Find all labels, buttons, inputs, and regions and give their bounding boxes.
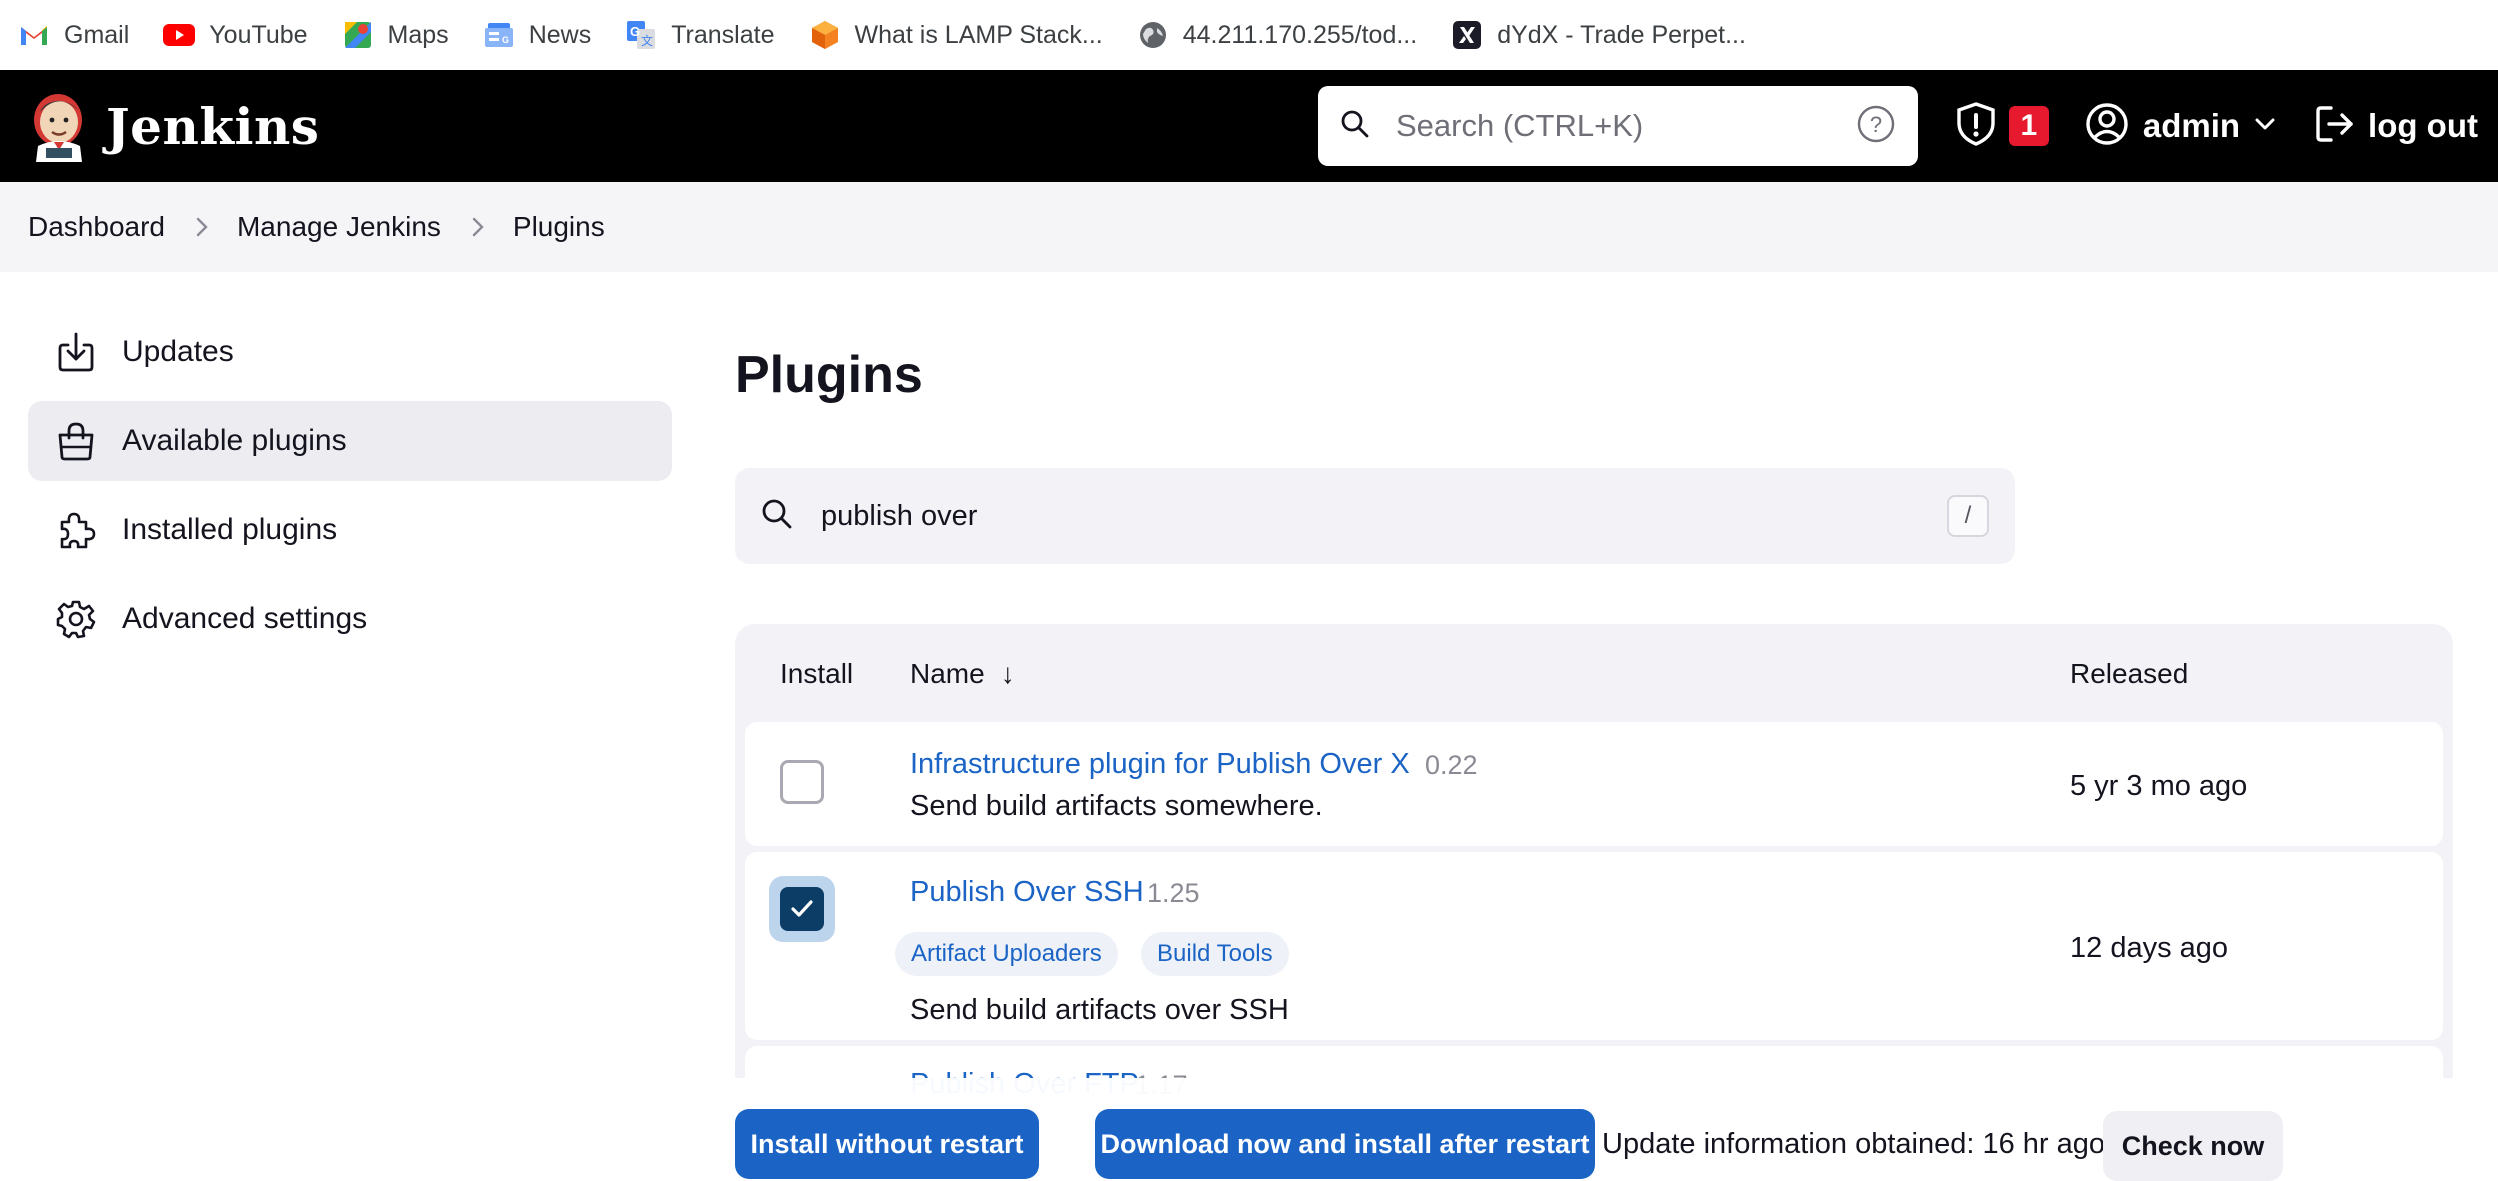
- plugin-filter-input[interactable]: [821, 499, 1947, 533]
- user-name: admin: [2142, 107, 2241, 144]
- globe-icon: [1137, 19, 1169, 51]
- chevron-right-icon: [195, 216, 209, 238]
- sort-descending-icon: ↓: [1000, 658, 1015, 689]
- bookmark-ip-address[interactable]: 44.211.170.255/tod...: [1137, 19, 1417, 51]
- bookmark-label: News: [528, 20, 592, 49]
- security-count-badge: 1: [2008, 106, 2049, 146]
- logout-button[interactable]: log out: [2314, 103, 2478, 150]
- jenkins-logo-icon: [28, 90, 90, 162]
- download-icon: [56, 332, 96, 372]
- bookmark-label: Translate: [671, 20, 775, 49]
- bookmark-label: dYdX - Trade Perpet...: [1497, 20, 1746, 49]
- table-row: Infrastructure plugin for Publish Over X…: [745, 722, 2443, 846]
- svg-text:G: G: [502, 35, 509, 45]
- bookmark-youtube[interactable]: YouTube: [163, 19, 308, 51]
- header-actions: 1 admin log out: [1953, 70, 2478, 182]
- bookmark-maps[interactable]: Maps: [342, 19, 449, 51]
- search-icon: [1340, 109, 1370, 144]
- svg-text:文: 文: [641, 33, 653, 48]
- chevron-right-icon: [471, 216, 485, 238]
- shopping-bag-icon: [56, 421, 96, 461]
- cube-icon: [809, 19, 841, 51]
- jenkins-brand-name: Jenkins: [106, 96, 320, 156]
- breadcrumb-plugins[interactable]: Plugins: [513, 211, 605, 243]
- svg-text:G: G: [630, 24, 640, 39]
- sidebar-item-label: Available plugins: [122, 424, 347, 457]
- column-header-name-label: Name: [910, 658, 985, 689]
- security-warnings-button[interactable]: 1: [1953, 101, 2049, 152]
- sidebar: Updates Available plugins Installed plug…: [28, 312, 672, 668]
- install-checkbox[interactable]: [780, 760, 824, 804]
- sidebar-item-label: Installed plugins: [122, 513, 338, 546]
- sidebar-item-installed-plugins[interactable]: Installed plugins: [28, 490, 672, 570]
- plugin-description: Send build artifacts over SSH: [910, 994, 1289, 1026]
- gear-icon: [56, 599, 96, 639]
- bookmark-label: Gmail: [64, 20, 130, 49]
- bookmark-translate[interactable]: G文 Translate: [625, 19, 775, 51]
- plugin-version: 0.22: [1425, 750, 1478, 780]
- translate-icon: G文: [625, 19, 657, 51]
- keyboard-shortcut-hint: /: [1947, 495, 1989, 537]
- table-row: Publish Over SSH 1.25 Artifact Uploaders…: [745, 852, 2443, 1040]
- plugin-version: 1.25: [1147, 878, 1200, 908]
- plugin-filter-box[interactable]: /: [735, 468, 2015, 564]
- plugin-tag-build-tools[interactable]: Build Tools: [1141, 932, 1289, 976]
- column-header-name[interactable]: Name ↓: [910, 658, 1015, 690]
- sidebar-item-label: Advanced settings: [122, 602, 368, 635]
- column-header-install: Install: [780, 658, 854, 689]
- jenkins-header: Jenkins ? 1 admin: [0, 70, 2498, 182]
- global-search-box[interactable]: ?: [1318, 86, 1918, 166]
- bookmarks-bar: Gmail YouTube Maps G News G文 Translate W…: [0, 0, 2498, 70]
- breadcrumb-manage-jenkins[interactable]: Manage Jenkins: [237, 211, 441, 243]
- page-title: Plugins: [735, 346, 923, 404]
- check-now-button[interactable]: Check now: [2103, 1111, 2283, 1181]
- svg-text:?: ?: [1870, 112, 1882, 137]
- checkmark-icon: [780, 887, 824, 931]
- shield-alert-icon: [1953, 101, 1999, 152]
- table-header: Install Name ↓ Released: [735, 624, 2453, 722]
- breadcrumb-dashboard[interactable]: Dashboard: [28, 211, 165, 243]
- bookmark-lamp-stack[interactable]: What is LAMP Stack...: [809, 19, 1103, 51]
- bookmark-dydx[interactable]: dYdX - Trade Perpet...: [1451, 19, 1746, 51]
- user-avatar-icon: [2085, 102, 2129, 151]
- plugin-released: 12 days ago: [2070, 932, 2229, 964]
- bookmark-news[interactable]: G News: [483, 19, 592, 51]
- sidebar-item-updates[interactable]: Updates: [28, 312, 672, 392]
- search-icon: [761, 498, 793, 535]
- plugin-name-link[interactable]: Publish Over SSH: [910, 876, 1144, 909]
- bookmark-label: Maps: [387, 20, 449, 49]
- help-icon[interactable]: ?: [1856, 104, 1896, 149]
- column-header-released: Released: [2070, 658, 2189, 689]
- bookmark-label: YouTube: [209, 20, 308, 49]
- plugin-description: Send build artifacts somewhere.: [910, 790, 1323, 822]
- chevron-down-icon: [2254, 117, 2276, 136]
- gmail-icon: [18, 19, 50, 51]
- news-icon: G: [483, 19, 515, 51]
- puzzle-icon: [56, 510, 96, 550]
- jenkins-home-link[interactable]: Jenkins: [28, 90, 319, 162]
- maps-icon: [342, 19, 374, 51]
- logout-label: log out: [2368, 107, 2478, 144]
- bookmark-label: 44.211.170.255/tod...: [1182, 20, 1418, 49]
- install-checkbox-checked[interactable]: [769, 876, 835, 942]
- breadcrumb: Dashboard Manage Jenkins Plugins: [0, 182, 2498, 272]
- global-search-input[interactable]: [1396, 108, 1856, 144]
- youtube-icon: [163, 19, 196, 51]
- plugin-name-link[interactable]: Infrastructure plugin for Publish Over X: [910, 748, 1410, 781]
- logout-icon: [2314, 103, 2356, 150]
- sidebar-item-advanced-settings[interactable]: Advanced settings: [28, 579, 672, 659]
- update-info-text: Update information obtained: 16 hr ago: [1602, 1128, 2106, 1160]
- plugin-tag-artifact-uploaders[interactable]: Artifact Uploaders: [895, 932, 1118, 976]
- sidebar-item-available-plugins[interactable]: Available plugins: [28, 401, 672, 481]
- bookmark-label: What is LAMP Stack...: [854, 20, 1103, 49]
- user-menu-button[interactable]: admin: [2085, 102, 2276, 151]
- sidebar-item-label: Updates: [122, 335, 234, 368]
- dydx-icon: [1451, 19, 1483, 51]
- plugin-released: 5 yr 3 mo ago: [2070, 770, 2248, 802]
- bookmark-gmail[interactable]: Gmail: [18, 19, 129, 51]
